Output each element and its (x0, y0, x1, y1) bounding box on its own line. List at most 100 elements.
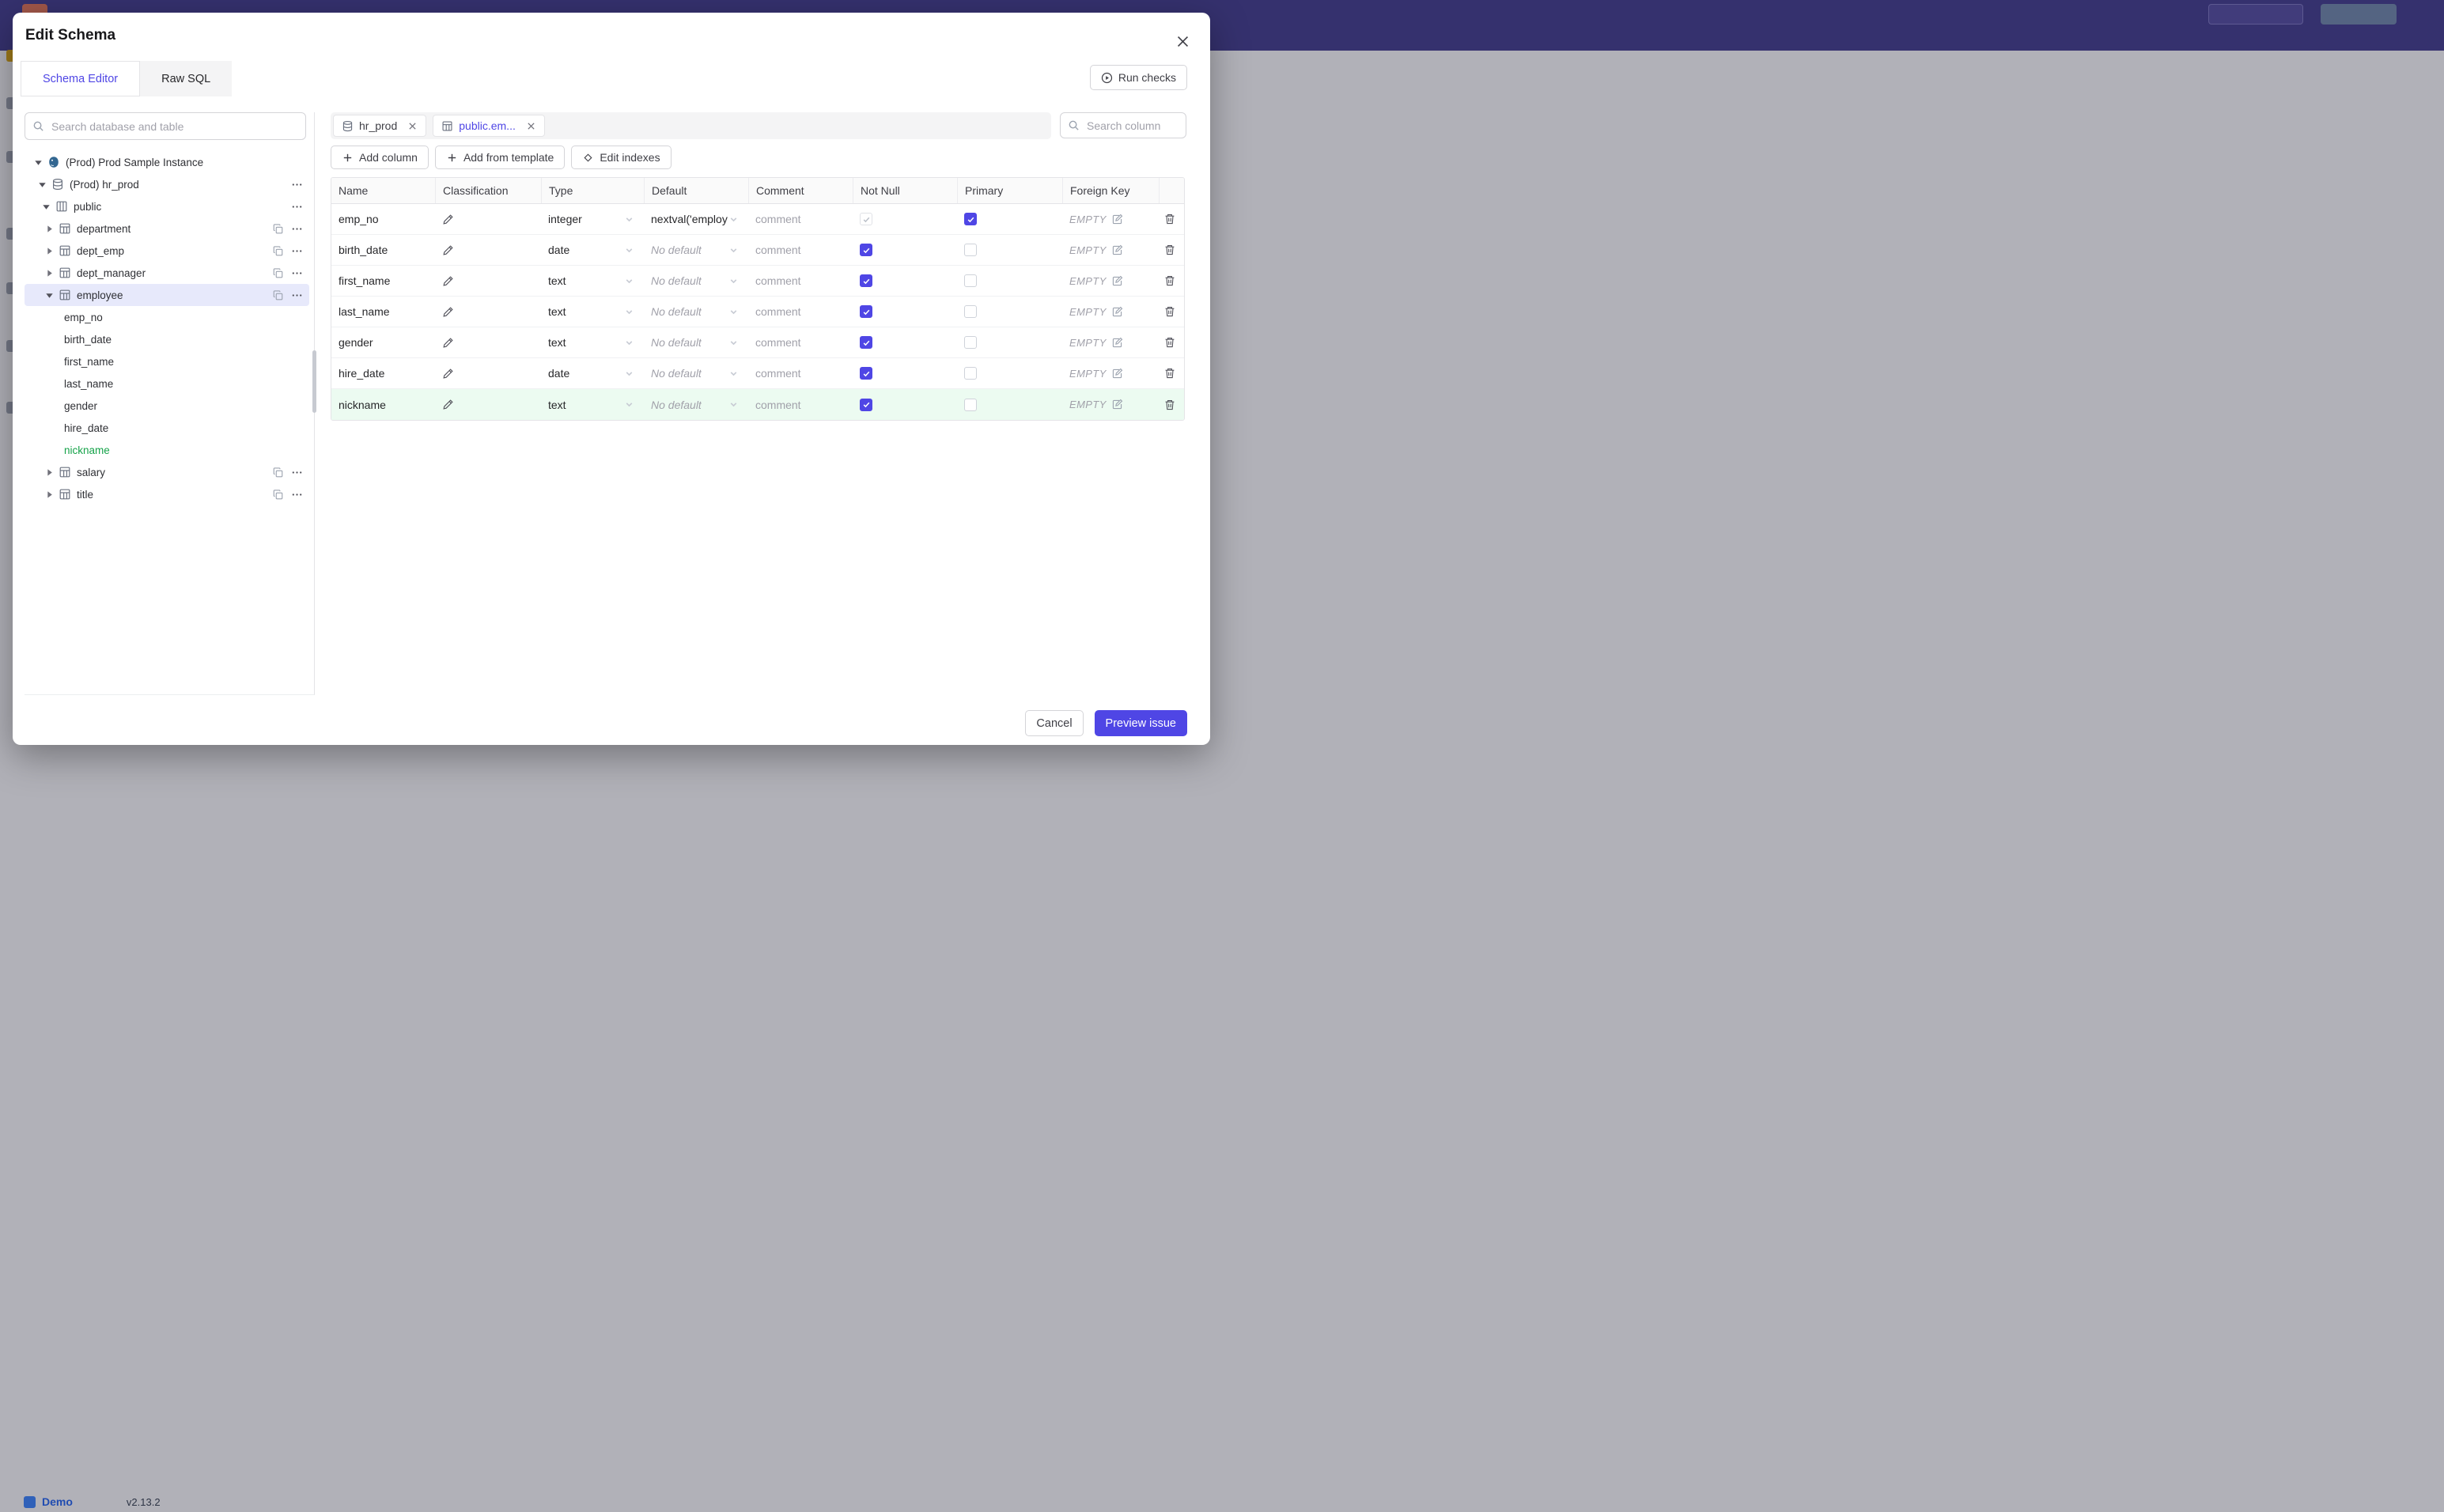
tree-item-department[interactable]: department (25, 217, 309, 240)
more-icon[interactable] (291, 267, 303, 279)
database-search-input[interactable] (25, 112, 306, 140)
column-name[interactable]: emp_no (331, 204, 435, 234)
tab-raw-sql[interactable]: Raw SQL (140, 61, 233, 96)
run-checks-button[interactable]: Run checks (1089, 65, 1187, 90)
not-null-checkbox[interactable] (860, 367, 872, 380)
more-icon[interactable] (291, 467, 303, 478)
close-small-icon[interactable] (526, 121, 536, 131)
trash-icon[interactable] (1163, 399, 1176, 411)
editor-tab-hr_prod[interactable]: hr_prod (333, 115, 427, 137)
comment-input[interactable] (755, 213, 853, 225)
copy-icon[interactable] (272, 489, 284, 501)
type-select[interactable]: text (541, 327, 644, 357)
default-select[interactable]: nextval('employ (644, 204, 748, 234)
more-icon[interactable] (291, 223, 303, 235)
tree-item-title[interactable]: title (25, 483, 309, 505)
primary-checkbox[interactable] (964, 367, 977, 380)
close-small-icon[interactable] (407, 121, 418, 131)
more-icon[interactable] (291, 201, 303, 213)
primary-checkbox[interactable] (964, 244, 977, 256)
comment-input[interactable] (755, 367, 853, 380)
trash-icon[interactable] (1163, 336, 1176, 349)
edit-indexes-button[interactable]: Edit indexes (571, 146, 672, 169)
primary-checkbox[interactable] (964, 305, 977, 318)
tree-item-prod-prod-sample-instance[interactable]: (Prod) Prod Sample Instance (25, 151, 309, 173)
primary-checkbox[interactable] (964, 213, 977, 225)
default-select[interactable]: No default (644, 297, 748, 327)
type-select[interactable]: text (541, 266, 644, 296)
caret-right-icon[interactable] (45, 225, 54, 233)
not-null-checkbox[interactable] (860, 305, 872, 318)
copy-icon[interactable] (272, 223, 284, 235)
column-name[interactable]: birth_date (331, 235, 435, 265)
cancel-button[interactable]: Cancel (1025, 710, 1084, 736)
tree-item-employee[interactable]: employee (25, 284, 309, 306)
copy-icon[interactable] (272, 245, 284, 257)
column-name[interactable]: hire_date (331, 358, 435, 388)
caret-down-icon[interactable] (42, 202, 51, 211)
type-select[interactable]: date (541, 235, 644, 265)
edit-square-icon[interactable] (1111, 399, 1123, 410)
pencil-icon[interactable] (442, 337, 454, 349)
comment-input[interactable] (755, 305, 853, 318)
primary-checkbox[interactable] (964, 398, 977, 411)
primary-checkbox[interactable] (964, 274, 977, 287)
more-icon[interactable] (291, 489, 303, 501)
comment-input[interactable] (755, 398, 853, 411)
pencil-icon[interactable] (442, 275, 454, 287)
caret-down-icon[interactable] (45, 291, 54, 300)
tree-scrollbar[interactable] (312, 350, 316, 413)
comment-input[interactable] (755, 336, 853, 349)
pencil-icon[interactable] (442, 244, 454, 256)
copy-icon[interactable] (272, 467, 284, 478)
caret-right-icon[interactable] (45, 247, 54, 255)
trash-icon[interactable] (1163, 274, 1176, 287)
trash-icon[interactable] (1163, 367, 1176, 380)
not-null-checkbox[interactable] (860, 398, 872, 411)
tree-item-hire_date[interactable]: hire_date (25, 417, 309, 439)
edit-square-icon[interactable] (1111, 214, 1123, 225)
tree-item-first_name[interactable]: first_name (25, 350, 309, 372)
tree-item-dept_emp[interactable]: dept_emp (25, 240, 309, 262)
type-select[interactable]: text (541, 389, 644, 420)
tree-item-prod-hr_prod[interactable]: (Prod) hr_prod (25, 173, 309, 195)
edit-square-icon[interactable] (1111, 306, 1123, 318)
tree-item-nickname[interactable]: nickname (25, 439, 309, 461)
type-select[interactable]: integer (541, 204, 644, 234)
not-null-checkbox[interactable] (860, 213, 872, 225)
comment-input[interactable] (755, 244, 853, 256)
pencil-icon[interactable] (442, 368, 454, 380)
preview-issue-button[interactable]: Preview issue (1094, 710, 1187, 736)
tab-schema-editor[interactable]: Schema Editor (21, 61, 141, 96)
not-null-checkbox[interactable] (860, 336, 872, 349)
edit-square-icon[interactable] (1111, 244, 1123, 256)
not-null-checkbox[interactable] (860, 244, 872, 256)
type-select[interactable]: date (541, 358, 644, 388)
caret-right-icon[interactable] (45, 269, 54, 278)
trash-icon[interactable] (1163, 244, 1176, 256)
add-column-button[interactable]: Add column (331, 146, 429, 169)
trash-icon[interactable] (1163, 213, 1176, 225)
tree-item-public[interactable]: public (25, 195, 309, 217)
column-name[interactable]: gender (331, 327, 435, 357)
type-select[interactable]: text (541, 297, 644, 327)
tree-item-last_name[interactable]: last_name (25, 372, 309, 395)
default-select[interactable]: No default (644, 327, 748, 357)
default-select[interactable]: No default (644, 389, 748, 420)
tree-item-dept_manager[interactable]: dept_manager (25, 262, 309, 284)
add-from-template-button[interactable]: Add from template (434, 146, 566, 169)
pencil-icon[interactable] (442, 306, 454, 318)
default-select[interactable]: No default (644, 235, 748, 265)
not-null-checkbox[interactable] (860, 274, 872, 287)
tree-item-emp_no[interactable]: emp_no (25, 306, 309, 328)
more-icon[interactable] (291, 289, 303, 301)
trash-icon[interactable] (1163, 305, 1176, 318)
copy-icon[interactable] (272, 289, 284, 301)
edit-square-icon[interactable] (1111, 275, 1123, 287)
tree-item-gender[interactable]: gender (25, 395, 309, 417)
default-select[interactable]: No default (644, 266, 748, 296)
caret-down-icon[interactable] (38, 180, 47, 189)
caret-down-icon[interactable] (34, 158, 43, 167)
pencil-icon[interactable] (442, 399, 454, 410)
comment-input[interactable] (755, 274, 853, 287)
